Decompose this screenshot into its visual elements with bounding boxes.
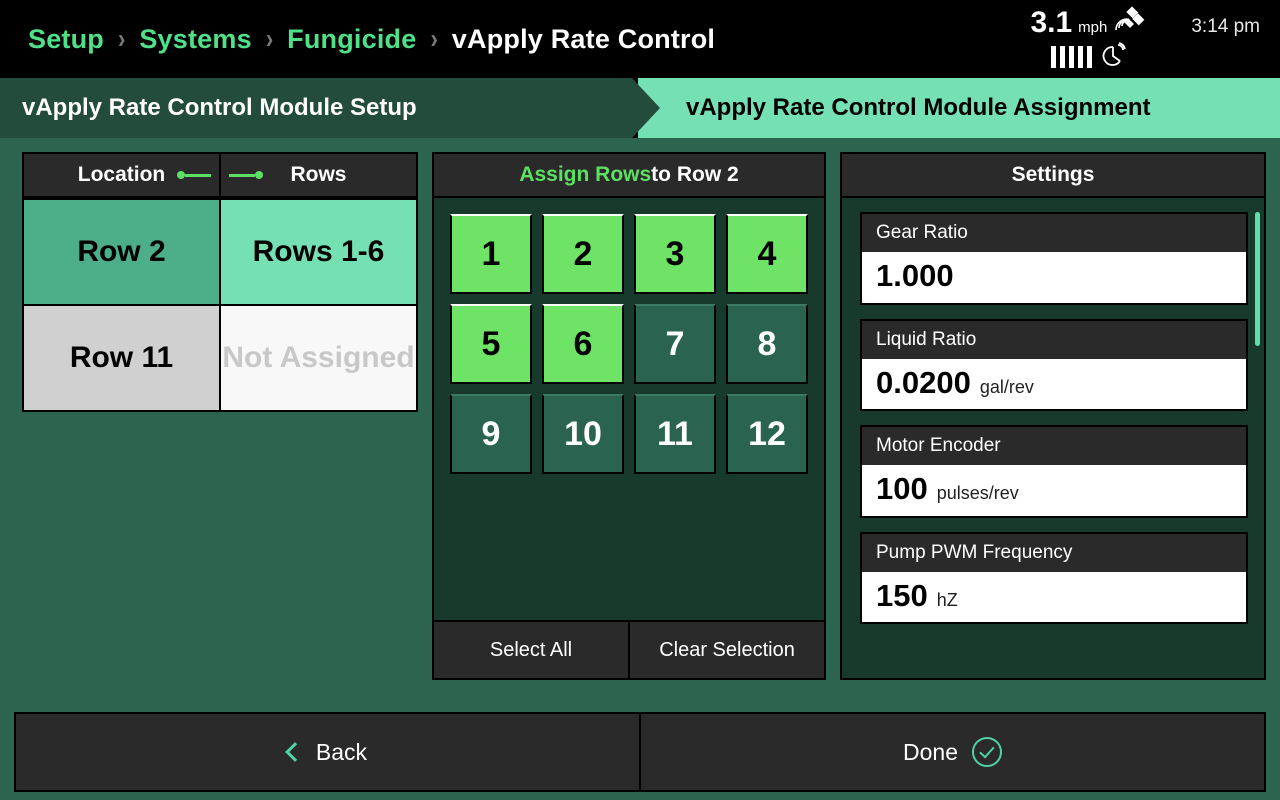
speed-unit: mph xyxy=(1078,18,1108,36)
row-button-1[interactable]: 1 xyxy=(450,214,532,294)
speed-value: 3.1 xyxy=(1030,5,1073,39)
clock: 3:14 pm xyxy=(1191,15,1260,37)
breadcrumb-item-current: vApply Rate Control xyxy=(451,23,716,54)
satellite-icon xyxy=(1115,5,1147,37)
select-all-button[interactable]: Select All xyxy=(434,622,630,678)
setting-value: 150 xyxy=(876,577,928,613)
chevron-left-icon xyxy=(285,742,305,762)
settings-scrollbar[interactable] xyxy=(1255,212,1260,670)
assign-rows-title: Assign Rows to Row 2 xyxy=(434,154,824,198)
assign-rows-panel: Assign Rows to Row 2 1 2 3 4 5 6 7 8 9 1… xyxy=(432,152,826,680)
column-header-rows-label: Rows xyxy=(290,163,347,186)
location-table-header: Location Rows xyxy=(24,154,416,198)
settings-scrollbar-thumb[interactable] xyxy=(1255,212,1260,346)
settings-title: Settings xyxy=(842,154,1264,198)
settings-panel: Settings Gear Ratio 1.000 Liquid Ratio 0… xyxy=(840,152,1266,680)
row-button-11[interactable]: 11 xyxy=(634,394,716,474)
settings-list: Gear Ratio 1.000 Liquid Ratio 0.0200 gal… xyxy=(842,198,1264,678)
setting-label: Motor Encoder xyxy=(862,427,1246,466)
row-button-6[interactable]: 6 xyxy=(542,304,624,384)
setting-value-row[interactable]: 1.000 xyxy=(862,252,1246,303)
back-button-label: Back xyxy=(315,738,368,765)
back-button[interactable]: Back xyxy=(16,714,641,790)
link-icon xyxy=(177,171,211,179)
row-button-grid: 1 2 3 4 5 6 7 8 9 10 11 12 xyxy=(450,214,808,474)
location-table: Location Rows Row 2 Rows 1-6 Row 11 Not … xyxy=(22,152,418,412)
assign-actions: Select All Clear Selection xyxy=(434,620,824,678)
signal-bars-icon xyxy=(1050,46,1092,68)
row-grid-area: 1 2 3 4 5 6 7 8 9 10 11 12 xyxy=(434,198,824,620)
breadcrumb-item-fungicide[interactable]: Fungicide xyxy=(287,24,416,55)
location-cell[interactable]: Row 2 xyxy=(24,200,221,304)
setting-value-row[interactable]: 150 hZ xyxy=(862,571,1246,623)
status-indicators: 3.1 mph 3:14 pm xyxy=(1030,5,1264,73)
breadcrumb-separator: › xyxy=(430,22,438,54)
table-row[interactable]: Row 11 Not Assigned xyxy=(24,304,416,410)
tab-module-setup[interactable]: vApply Rate Control Module Setup xyxy=(0,78,660,138)
check-circle-icon xyxy=(971,737,1002,767)
setting-gear-ratio[interactable]: Gear Ratio 1.000 xyxy=(860,212,1248,305)
table-row[interactable]: Row 2 Rows 1-6 xyxy=(24,198,416,304)
setting-value-row[interactable]: 0.0200 gal/rev xyxy=(862,358,1246,410)
setting-unit: gal/rev xyxy=(979,376,1034,397)
satellite-dish-icon xyxy=(1099,41,1127,73)
main-content: Location Rows Row 2 Rows 1-6 Row 11 Not … xyxy=(0,138,1280,700)
tab-module-assignment[interactable]: vApply Rate Control Module Assignment xyxy=(638,78,1280,138)
assign-rows-title-highlight: Assign Rows xyxy=(519,163,652,186)
setting-label: Gear Ratio xyxy=(862,214,1246,252)
column-header-rows: Rows xyxy=(221,154,416,196)
setting-label: Liquid Ratio xyxy=(862,320,1246,359)
location-cell[interactable]: Row 11 xyxy=(24,306,221,410)
done-button-label: Done xyxy=(903,738,958,765)
row-button-9[interactable]: 9 xyxy=(450,394,532,474)
clear-selection-button[interactable]: Clear Selection xyxy=(630,622,824,678)
setting-pump-pwm-frequency[interactable]: Pump PWM Frequency 150 hZ xyxy=(860,531,1248,625)
row-button-2[interactable]: 2 xyxy=(542,214,624,294)
row-button-8[interactable]: 8 xyxy=(726,304,808,384)
setting-value-row[interactable]: 100 pulses/rev xyxy=(862,465,1246,516)
done-button[interactable]: Done xyxy=(641,714,1264,790)
setting-unit: hZ xyxy=(936,589,958,610)
assign-rows-title-rest: to Row 2 xyxy=(651,163,739,186)
breadcrumb: Setup › Systems › Fungicide › vApply Rat… xyxy=(28,24,1030,55)
setting-label: Pump PWM Frequency xyxy=(862,533,1246,572)
assignment-cell[interactable]: Rows 1-6 xyxy=(221,200,416,304)
breadcrumb-separator: › xyxy=(118,22,126,54)
row-button-3[interactable]: 3 xyxy=(634,214,716,294)
row-button-4[interactable]: 4 xyxy=(726,214,808,294)
breadcrumb-separator: › xyxy=(265,22,274,54)
status-bar: Setup › Systems › Fungicide › vApply Rat… xyxy=(0,0,1280,78)
column-header-location: Location xyxy=(24,154,221,196)
setting-liquid-ratio[interactable]: Liquid Ratio 0.0200 gal/rev xyxy=(860,318,1248,412)
row-button-10[interactable]: 10 xyxy=(542,394,624,474)
setting-motor-encoder[interactable]: Motor Encoder 100 pulses/rev xyxy=(860,425,1248,518)
assignment-cell[interactable]: Not Assigned xyxy=(221,306,416,410)
footer-actions: Back Done xyxy=(14,712,1266,792)
row-button-5[interactable]: 5 xyxy=(450,304,532,384)
breadcrumb-item-systems[interactable]: Systems xyxy=(139,24,251,55)
speed-indicator: 3.1 mph xyxy=(1030,5,1147,73)
row-button-7[interactable]: 7 xyxy=(634,304,716,384)
setting-value: 0.0200 xyxy=(876,364,971,400)
stage-tabs: vApply Rate Control Module Setup vApply … xyxy=(0,78,1280,138)
breadcrumb-item-setup[interactable]: Setup xyxy=(28,24,104,55)
setting-value: 1.000 xyxy=(876,258,954,293)
row-button-12[interactable]: 12 xyxy=(726,394,808,474)
setting-value: 100 xyxy=(876,471,928,507)
column-header-location-label: Location xyxy=(77,163,166,186)
setting-unit: pulses/rev xyxy=(936,483,1019,504)
link-icon xyxy=(229,171,263,179)
